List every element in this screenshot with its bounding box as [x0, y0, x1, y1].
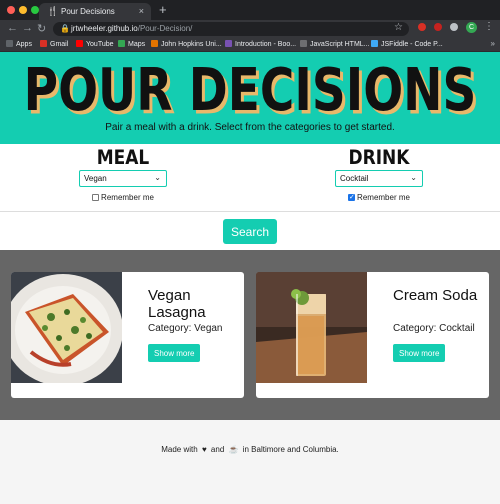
browser-tab[interactable]: 🍴 Pour Decisions ×: [39, 3, 151, 20]
drink-remember[interactable]: Remember me: [299, 193, 459, 202]
chevron-down-icon: ⌄: [154, 173, 161, 182]
drink-select-value: Cocktail: [340, 174, 369, 183]
tab-title: Pour Decisions: [61, 7, 115, 16]
close-window-button[interactable]: [7, 6, 15, 14]
bookmark-item[interactable]: John Hopkins Uni...: [151, 40, 222, 50]
meal-column: MEAL Vegan ⌄ Remember me: [43, 144, 203, 202]
bookmark-item[interactable]: YouTube: [76, 40, 114, 50]
meal-category: Category: Vegan: [148, 323, 223, 334]
maps-icon: [118, 40, 125, 47]
url-text: jrtwheeler.github.io/Pour-Decision/: [71, 24, 193, 33]
bookmark-item[interactable]: JSFiddle - Code P...: [371, 40, 443, 50]
extension-icon[interactable]: [434, 23, 442, 31]
drink-heading: DRINK: [348, 146, 410, 170]
bookmark-item[interactable]: Introduction - Boo...: [225, 40, 296, 50]
new-tab-button[interactable]: +: [159, 2, 167, 17]
browser-titlebar: 🍴 Pour Decisions × +: [0, 0, 500, 20]
back-icon[interactable]: ←: [7, 22, 18, 34]
meal-remember-label: Remember me: [101, 193, 154, 202]
profile-avatar[interactable]: C: [466, 22, 477, 33]
meal-show-more-button[interactable]: Show more: [148, 344, 201, 362]
drink-name: Cream Soda: [393, 287, 478, 304]
meal-remember-checkbox[interactable]: [92, 194, 100, 201]
drink-remember-checkbox[interactable]: [348, 193, 356, 201]
drink-column: DRINK Cocktail ⌄ Remember me: [299, 144, 459, 202]
page-icon: [300, 40, 307, 47]
results-section: Vegan Lasagna Category: Vegan Show more …: [0, 250, 500, 420]
youtube-icon: [76, 40, 83, 47]
gmail-icon: [40, 40, 47, 47]
hero-banner: POUR DECISIONS Pair a meal with a drink.…: [0, 52, 500, 144]
drink-show-more-button[interactable]: Show more: [393, 344, 446, 362]
lock-icon: 🔒: [60, 24, 70, 33]
forward-icon[interactable]: →: [22, 22, 33, 34]
category-picker: MEAL Vegan ⌄ Remember me DRINK Cocktail …: [0, 144, 500, 212]
utensils-icon: 🍴: [47, 6, 59, 16]
bootstrap-icon: [225, 40, 232, 47]
drink-card: Cream Soda Category: Cocktail Show more: [256, 272, 489, 398]
bookmark-star-icon[interactable]: ☆: [394, 22, 403, 33]
drink-category: Category: Cocktail: [393, 323, 475, 334]
apps-icon: [6, 40, 13, 47]
search-section: Search: [0, 212, 500, 250]
footer: Made with ♥ and ☕ in Baltimore and Colum…: [0, 420, 500, 504]
address-bar[interactable]: 🔒 jrtwheeler.github.io/Pour-Decision/ ☆: [53, 22, 409, 36]
meal-select-value: Vegan: [84, 174, 107, 183]
chevron-down-icon: ⌄: [410, 173, 417, 182]
heart-icon: ♥: [201, 445, 207, 454]
folder-icon: [151, 40, 158, 47]
coffee-icon: ☕: [228, 445, 239, 454]
bookmarks-bar: Apps Gmail YouTube Maps John Hopkins Uni…: [0, 38, 500, 52]
drink-select[interactable]: Cocktail ⌄: [335, 170, 423, 187]
meal-card: Vegan Lasagna Category: Vegan Show more: [11, 272, 244, 398]
reload-icon[interactable]: ↻: [37, 22, 46, 35]
drink-remember-label: Remember me: [357, 193, 410, 202]
extension-icon[interactable]: [418, 23, 426, 31]
minimize-window-button[interactable]: [19, 6, 27, 14]
bookmark-item[interactable]: Apps: [6, 40, 32, 50]
bookmark-item[interactable]: Gmail: [40, 40, 68, 50]
meal-name: Vegan Lasagna: [148, 287, 206, 321]
maximize-window-button[interactable]: [31, 6, 39, 14]
bookmark-item[interactable]: Maps: [118, 40, 145, 50]
footer-text: Made with ♥ and ☕ in Baltimore and Colum…: [161, 445, 339, 454]
meal-remember[interactable]: Remember me: [43, 193, 203, 202]
search-button[interactable]: Search: [223, 219, 277, 244]
browser-menu-icon[interactable]: ⋮: [484, 21, 494, 32]
extension-icon[interactable]: [450, 23, 458, 31]
page-subtitle: Pair a meal with a drink. Select from th…: [105, 122, 395, 133]
meal-select[interactable]: Vegan ⌄: [79, 170, 167, 187]
bookmark-item[interactable]: JavaScript HTML...: [300, 40, 370, 50]
jsfiddle-icon: [371, 40, 378, 47]
meal-heading: MEAL: [96, 146, 150, 170]
more-bookmarks-icon[interactable]: »: [491, 39, 495, 48]
page-title: POUR DECISIONS: [23, 56, 477, 125]
tab-close-icon[interactable]: ×: [139, 6, 144, 16]
lasagna-photo: [11, 272, 122, 383]
cream-soda-photo: [256, 272, 367, 383]
